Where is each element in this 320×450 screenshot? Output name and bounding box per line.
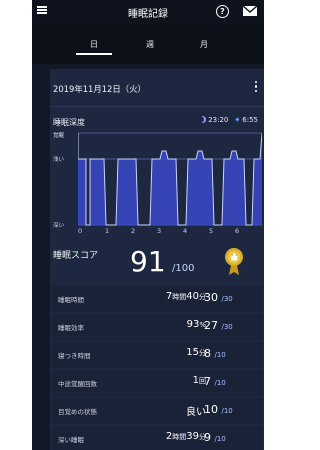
metric-points: 9 /10 [204, 431, 226, 444]
metric-value: 良い [186, 407, 206, 418]
medal-icon [225, 248, 243, 275]
hour-tick: 0 [78, 227, 83, 235]
tab-month[interactable]: 月 [184, 39, 224, 50]
sleep-record-card: 2019年11月12日（火） 睡眠深度 23:20 ✷ 6:55 覚醒 浅い 深い … [50, 69, 264, 450]
level-light-label: 浅い [53, 157, 65, 163]
score-breakdown: 睡眠時間 7時間40分 30 /30 睡眠効率 93% 27 /30 寝つき時間… [52, 286, 262, 450]
sleep-score-max: /100 [172, 263, 195, 274]
sleep-depth-chart [78, 132, 262, 226]
sleep-depth-label: 睡眠深度 [53, 118, 85, 127]
period-tabs: 日 週 月 [32, 24, 264, 64]
app-screen: 睡眠記録 ? 日 週 月 2019年11月12日（火） 睡眠深度 23:20 ✷ 6… [32, 0, 264, 450]
mail-icon[interactable] [243, 6, 257, 16]
metric-points: 27 /30 [204, 319, 233, 332]
metric-row: 睡眠効率 93% 27 /30 [52, 314, 262, 340]
hour-tick: 3 [157, 227, 162, 235]
metric-row: 深い睡眠 2時間39分 9 /10 [52, 426, 262, 450]
level-deep-label: 深い [53, 223, 65, 229]
top-bar: 睡眠記録 ? [32, 0, 264, 24]
sleep-score-label: 睡眠スコア [53, 251, 99, 261]
metric-value: 7時間40分 [165, 291, 206, 302]
wake-time: 6:55 [242, 116, 258, 124]
metric-label: 中途覚醒回数 [58, 380, 97, 388]
more-options-icon[interactable] [255, 81, 258, 93]
tab-day[interactable]: 日 [74, 39, 114, 55]
hour-tick: 4 [183, 227, 188, 235]
sun-icon: ✷ [234, 116, 241, 124]
metric-label: 深い睡眠 [58, 436, 84, 444]
metric-row: 寝つき時間 15分 8 /10 [52, 342, 262, 368]
metric-label: 寝つき時間 [58, 352, 91, 360]
bedtime: 23:20 [208, 116, 229, 124]
metric-row: 中途覚醒回数 1回 7 /10 [52, 370, 262, 396]
metric-points: 8 /10 [204, 347, 226, 360]
help-icon[interactable]: ? [216, 5, 229, 18]
record-date: 2019年11月12日（火） [53, 84, 146, 94]
sleep-times: 23:20 ✷ 6:55 [199, 116, 258, 124]
divider [50, 106, 264, 107]
sleep-score-value: 91 [130, 245, 166, 278]
level-awake-label: 覚醒 [53, 133, 65, 139]
metric-points: 10 /10 [204, 403, 233, 416]
metric-label: 睡眠効率 [58, 324, 84, 332]
date-row: 2019年11月12日（火） [50, 69, 264, 105]
hour-tick: 6 [235, 227, 240, 235]
metric-label: 睡眠時間 [58, 296, 84, 304]
hour-tick: 2 [131, 227, 136, 235]
hour-tick: 5 [209, 227, 214, 235]
metric-value: 2時間39分 [165, 431, 206, 442]
page-title: 睡眠記録 [128, 9, 168, 20]
metric-row: 目覚めの状態 良い 10 /10 [52, 398, 262, 424]
metric-points: 7 /10 [204, 375, 226, 388]
hour-tick: 1 [105, 227, 110, 235]
moon-icon [199, 116, 206, 123]
tab-week[interactable]: 週 [130, 39, 170, 50]
metric-points: 30 /30 [204, 291, 233, 304]
metric-row: 睡眠時間 7時間40分 30 /30 [52, 286, 262, 312]
metric-label: 目覚めの状態 [58, 408, 97, 416]
